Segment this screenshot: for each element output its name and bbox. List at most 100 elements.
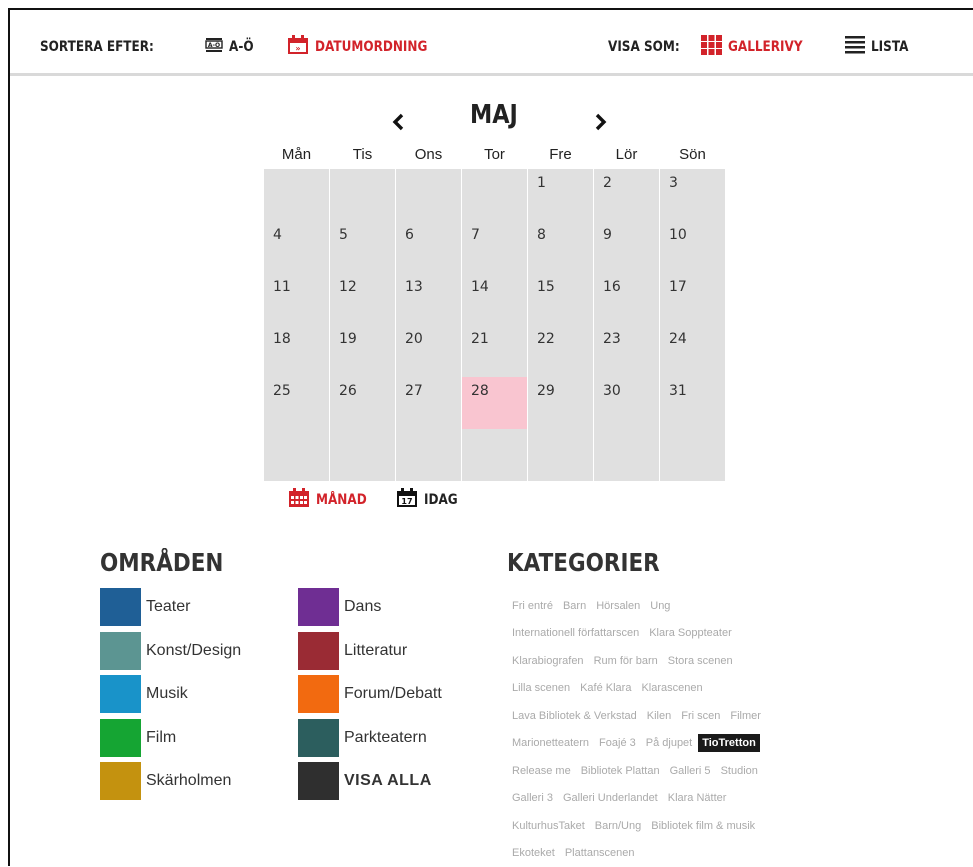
category-tag[interactable]: Fri scen	[681, 710, 720, 722]
area-color-swatch	[100, 762, 141, 800]
category-tag[interactable]: Rum för barn	[594, 655, 658, 667]
category-tag[interactable]: Internationell författarscen	[512, 627, 639, 639]
category-tag[interactable]: Foajé 3	[599, 737, 636, 749]
calendar-day[interactable]: 30	[594, 377, 659, 429]
az-sort-icon: A-Ö	[205, 37, 223, 58]
calendar-day[interactable]: 15	[528, 273, 593, 325]
categories-title: KATEGORIER	[507, 548, 660, 577]
category-tag[interactable]: Kilen	[647, 710, 671, 722]
area-item[interactable]: Konst/Design	[100, 631, 241, 671]
category-tag[interactable]: Plattanscenen	[565, 847, 635, 859]
category-row: Lilla scenen Kafé Klara Klarascenen	[512, 675, 872, 703]
category-tag[interactable]: Barn	[563, 600, 586, 612]
category-tag[interactable]: Hörsalen	[596, 600, 640, 612]
area-item[interactable]: Litteratur	[298, 631, 407, 671]
calendar-day[interactable]: 23	[594, 325, 659, 377]
calendar-day[interactable]: 16	[594, 273, 659, 325]
category-tag[interactable]: Bibliotek film & musik	[651, 820, 755, 832]
calendar-day[interactable]: 12	[330, 273, 395, 325]
month-view-button[interactable]: MÅNAD	[288, 488, 375, 512]
calendar-day[interactable]: 20	[396, 325, 461, 377]
gallery-view-button[interactable]: GALLERIVY	[701, 36, 815, 58]
calendar-day[interactable]: 31	[660, 377, 725, 429]
calendar-day[interactable]: 6	[396, 221, 461, 273]
calendar-day[interactable]: 8	[528, 221, 593, 273]
category-tag[interactable]: Ung	[650, 600, 670, 612]
sort-date-button[interactable]: » DATUMORDNING	[287, 36, 446, 58]
calendar-day[interactable]: 22	[528, 325, 593, 377]
category-row: Lava Bibliotek & Verkstad Kilen Fri scen Fi…	[512, 702, 872, 730]
calendar-day[interactable]: 2	[594, 169, 659, 221]
area-item[interactable]: Musik	[100, 674, 188, 714]
calendar-day[interactable]: 9	[594, 221, 659, 273]
category-tag[interactable]: Klarascenen	[641, 682, 702, 694]
category-tag[interactable]: På djupet	[646, 737, 692, 749]
category-tag[interactable]: Klarabiografen	[512, 655, 584, 667]
calendar-day[interactable]: 1	[528, 169, 593, 221]
area-color-swatch	[100, 632, 141, 670]
category-row: Ekoteket Plattanscenen	[512, 840, 872, 867]
sort-az-button[interactable]: A-Ö A-Ö	[205, 36, 258, 58]
area-item[interactable]: VISA ALLA	[298, 761, 432, 801]
category-tag[interactable]: Lava Bibliotek & Verkstad	[512, 710, 637, 722]
area-item[interactable]: Film	[100, 718, 176, 758]
category-tag[interactable]: TioTretton	[698, 734, 760, 752]
area-item[interactable]: Teater	[100, 587, 190, 627]
svg-text:A-Ö: A-Ö	[208, 42, 220, 49]
area-item[interactable]: Parkteatern	[298, 718, 427, 758]
calendar-day[interactable]: 26	[330, 377, 395, 429]
category-row: Galleri 3 Galleri Underlandet Klara Nätter	[512, 785, 872, 813]
category-tag[interactable]: Kafé Klara	[580, 682, 631, 694]
category-tag[interactable]: Bibliotek Plattan	[581, 765, 660, 777]
calendar-day[interactable]: 18	[264, 325, 329, 377]
calendar-day[interactable]: 21	[462, 325, 527, 377]
calendar-day[interactable]: 28	[462, 377, 527, 429]
area-label: Teater	[146, 598, 190, 616]
area-item[interactable]: Dans	[298, 587, 381, 627]
category-tag[interactable]: Release me	[512, 765, 571, 777]
category-tag[interactable]: Lilla scenen	[512, 682, 570, 694]
calendar-day[interactable]: 19	[330, 325, 395, 377]
category-tag[interactable]: Marionetteatern	[512, 737, 589, 749]
calendar-empty-cell	[396, 429, 461, 481]
prev-month-button[interactable]	[391, 107, 405, 138]
category-tag[interactable]: Galleri 5	[670, 765, 711, 777]
calendar-day[interactable]: 25	[264, 377, 329, 429]
calendar-day[interactable]: 4	[264, 221, 329, 273]
today-button[interactable]: 17 IDAG	[396, 488, 463, 512]
calendar-day[interactable]: 14	[462, 273, 527, 325]
category-tag[interactable]: KulturhusTaket	[512, 820, 585, 832]
areas-title: OMRÅDEN	[100, 548, 223, 577]
category-tag[interactable]: Klara Nätter	[668, 792, 727, 804]
category-tag[interactable]: Galleri Underlandet	[563, 792, 658, 804]
list-view-button[interactable]: LISTA	[845, 36, 915, 58]
calendar-day[interactable]: 10	[660, 221, 725, 273]
calendar-today-icon: 17	[396, 488, 418, 513]
category-tag[interactable]: Barn/Ung	[595, 820, 641, 832]
calendar-day[interactable]: 29	[528, 377, 593, 429]
calendar-day[interactable]: 5	[330, 221, 395, 273]
calendar-day[interactable]: 11	[264, 273, 329, 325]
category-tag[interactable]: Stora scenen	[668, 655, 733, 667]
calendar-day[interactable]: 3	[660, 169, 725, 221]
area-item[interactable]: Forum/Debatt	[298, 674, 442, 714]
category-tag[interactable]: Galleri 3	[512, 792, 553, 804]
calendar-day[interactable]: 13	[396, 273, 461, 325]
category-tag[interactable]: Filmer	[730, 710, 761, 722]
category-tag[interactable]: Ekoteket	[512, 847, 555, 859]
category-tag[interactable]: Fri entré	[512, 600, 553, 612]
calendar-empty-cell	[330, 429, 395, 481]
category-tag[interactable]: Klara Soppteater	[649, 627, 732, 639]
category-tag[interactable]: Studion	[721, 765, 758, 777]
page-frame: SORTERA EFTER: A-Ö A-Ö »	[8, 8, 973, 866]
view-label: VISA SOM:	[608, 39, 680, 55]
sort-az-label: A-Ö	[229, 39, 254, 55]
next-month-button[interactable]	[594, 107, 608, 138]
calendar-day[interactable]: 7	[462, 221, 527, 273]
calendar-day[interactable]: 24	[660, 325, 725, 377]
calendar-day[interactable]: 27	[396, 377, 461, 429]
calendar-empty-cell	[528, 429, 593, 481]
area-label: Parkteatern	[344, 729, 427, 747]
area-item[interactable]: Skärholmen	[100, 761, 231, 801]
calendar-day[interactable]: 17	[660, 273, 725, 325]
